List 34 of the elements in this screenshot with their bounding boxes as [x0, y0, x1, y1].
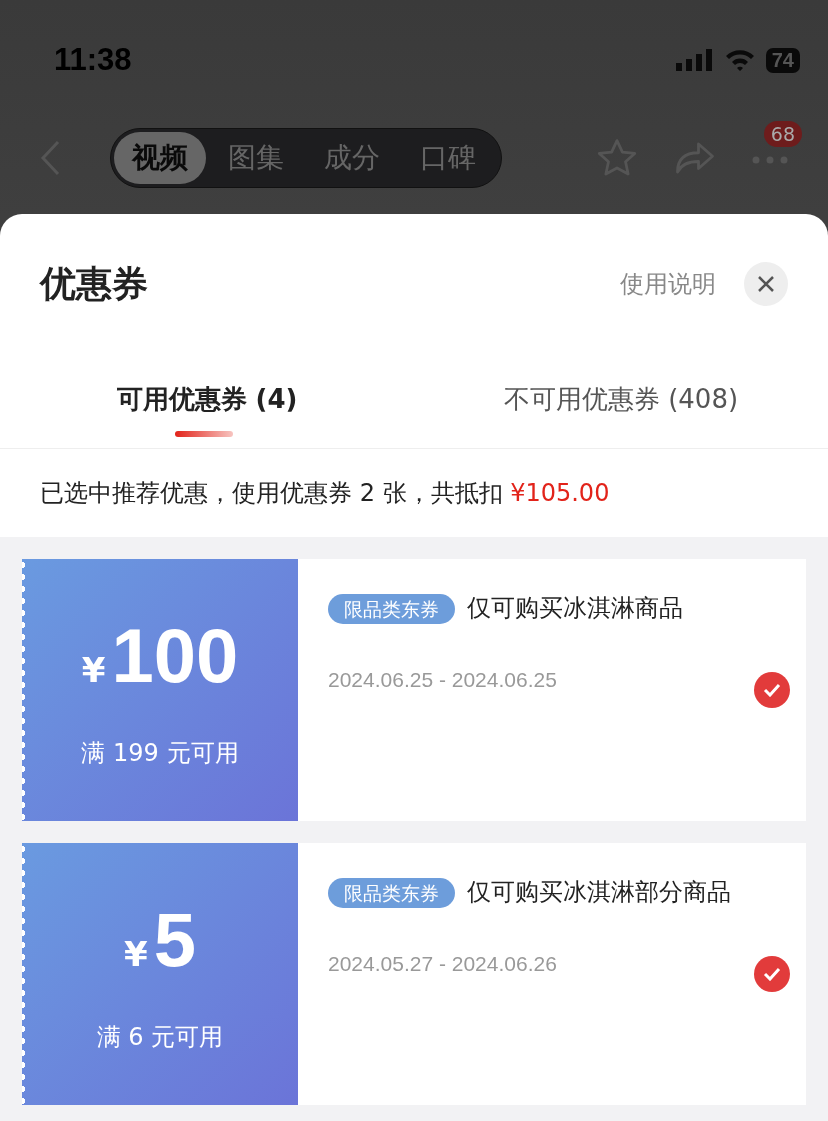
coupon-tab[interactable]: 可用优惠券 (4): [0, 361, 414, 437]
help-link[interactable]: 使用说明: [620, 268, 716, 300]
coupon-card[interactable]: ¥5 满 6 元可用 限品类东券 仅可购买冰淇淋部分商品 2024.05.27 - 2024.06.26: [22, 843, 806, 1105]
coupon-dates: 2024.05.27 - 2024.06.26: [328, 952, 558, 976]
coupon-condition: 满 6 元可用: [96, 1021, 224, 1053]
close-icon: [757, 275, 775, 293]
more-icon[interactable]: [752, 155, 788, 164]
star-icon[interactable]: [596, 138, 638, 178]
coupon-tag: 限品类东券: [328, 878, 455, 908]
check-icon[interactable]: [754, 672, 790, 708]
coupon-title: 仅可购买冰淇淋商品: [467, 594, 683, 622]
coupon-amount: 100: [111, 611, 239, 699]
coupon-dates: 2024.06.25 - 2024.06.25: [328, 668, 558, 692]
media-tab[interactable]: 视频: [114, 132, 206, 184]
media-tab[interactable]: 口碑: [402, 132, 494, 184]
check-icon[interactable]: [754, 956, 790, 992]
coupon-card[interactable]: ¥100 满 199 元可用 限品类东券 仅可购买冰淇淋商品 2024.06.25 - 2024.06.25: [22, 559, 806, 821]
signal-icon: [675, 49, 714, 71]
notification-badge: 68: [763, 120, 802, 147]
close-button[interactable]: [744, 262, 788, 306]
back-icon[interactable]: [40, 140, 60, 176]
status-time: 11:38: [54, 42, 132, 78]
currency-symbol: ¥: [81, 649, 106, 690]
coupon-tab[interactable]: 不可用优惠券 (408): [414, 361, 828, 437]
media-tab[interactable]: 图集: [210, 132, 302, 184]
coupon-amount: 5: [153, 895, 196, 983]
coupon-title: 仅可购买冰淇淋部分商品: [467, 878, 731, 906]
media-tab[interactable]: 成分: [306, 132, 398, 184]
coupon-tag: 限品类东券: [328, 594, 455, 624]
battery-level: 74: [765, 47, 800, 73]
sheet-title: 优惠券: [40, 261, 148, 306]
share-icon[interactable]: [674, 140, 716, 176]
coupon-condition: 满 199 元可用: [81, 737, 239, 769]
currency-symbol: ¥: [124, 933, 148, 974]
